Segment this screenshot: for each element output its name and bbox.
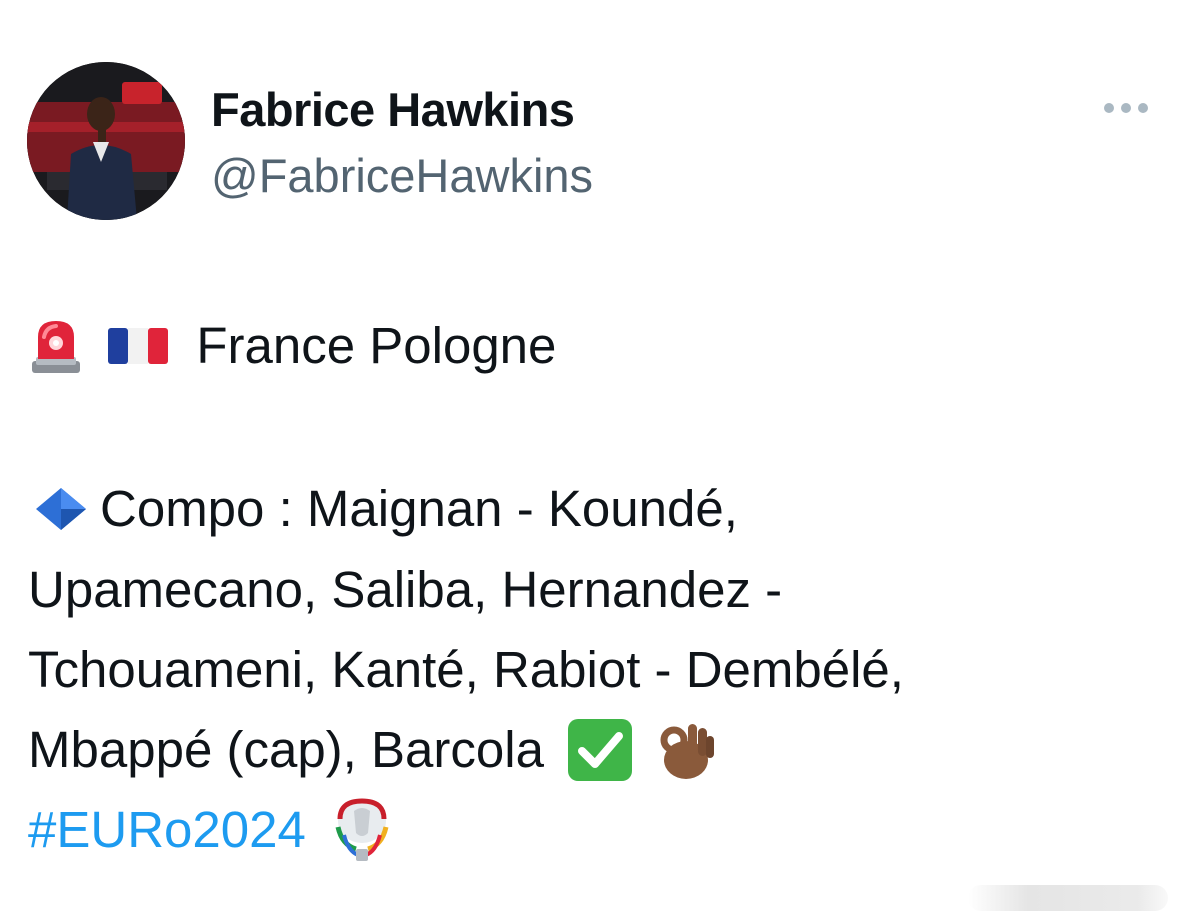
tweet-title-text: France Pologne [196,317,557,374]
hashtag-link[interactable]: #EURo2024 [28,801,306,858]
avatar[interactable] [27,62,185,220]
check-mark-button-icon [566,717,634,783]
scrollbar-hint [968,885,1168,911]
rotating-light-icon [28,317,84,375]
more-options-button[interactable] [1098,90,1154,126]
tweet-line-1: Compo : Maignan - Koundé, [100,480,738,537]
euro-trophy-icon [334,797,390,863]
tweet-card: Fabrice Hawkins @FabriceHawkins France P… [0,0,1179,924]
author-name[interactable]: Fabrice Hawkins [211,82,575,137]
tweet-line-2: Upamecano, Saliba, Hernandez - [28,561,783,618]
tweet-line-4: Mbappé (cap), Barcola [28,721,544,778]
tweet-compo-line: Compo : Maignan - Koundé, [28,479,738,539]
ok-hand-icon [656,718,716,782]
france-flag-icon [108,324,169,368]
more-dots-icon [1103,102,1149,114]
tweet-line-3: Tchouameni, Kanté, Rabiot - Dembélé, [28,641,904,698]
tweet-title-line: France Pologne [28,316,556,379]
blue-diamond-icon [28,484,94,534]
author-handle[interactable]: @FabriceHawkins [211,148,593,203]
tweet-hashtag-line: #EURo2024 [28,797,390,867]
tweet-line-4-container: Mbappé (cap), Barcola [28,717,716,787]
